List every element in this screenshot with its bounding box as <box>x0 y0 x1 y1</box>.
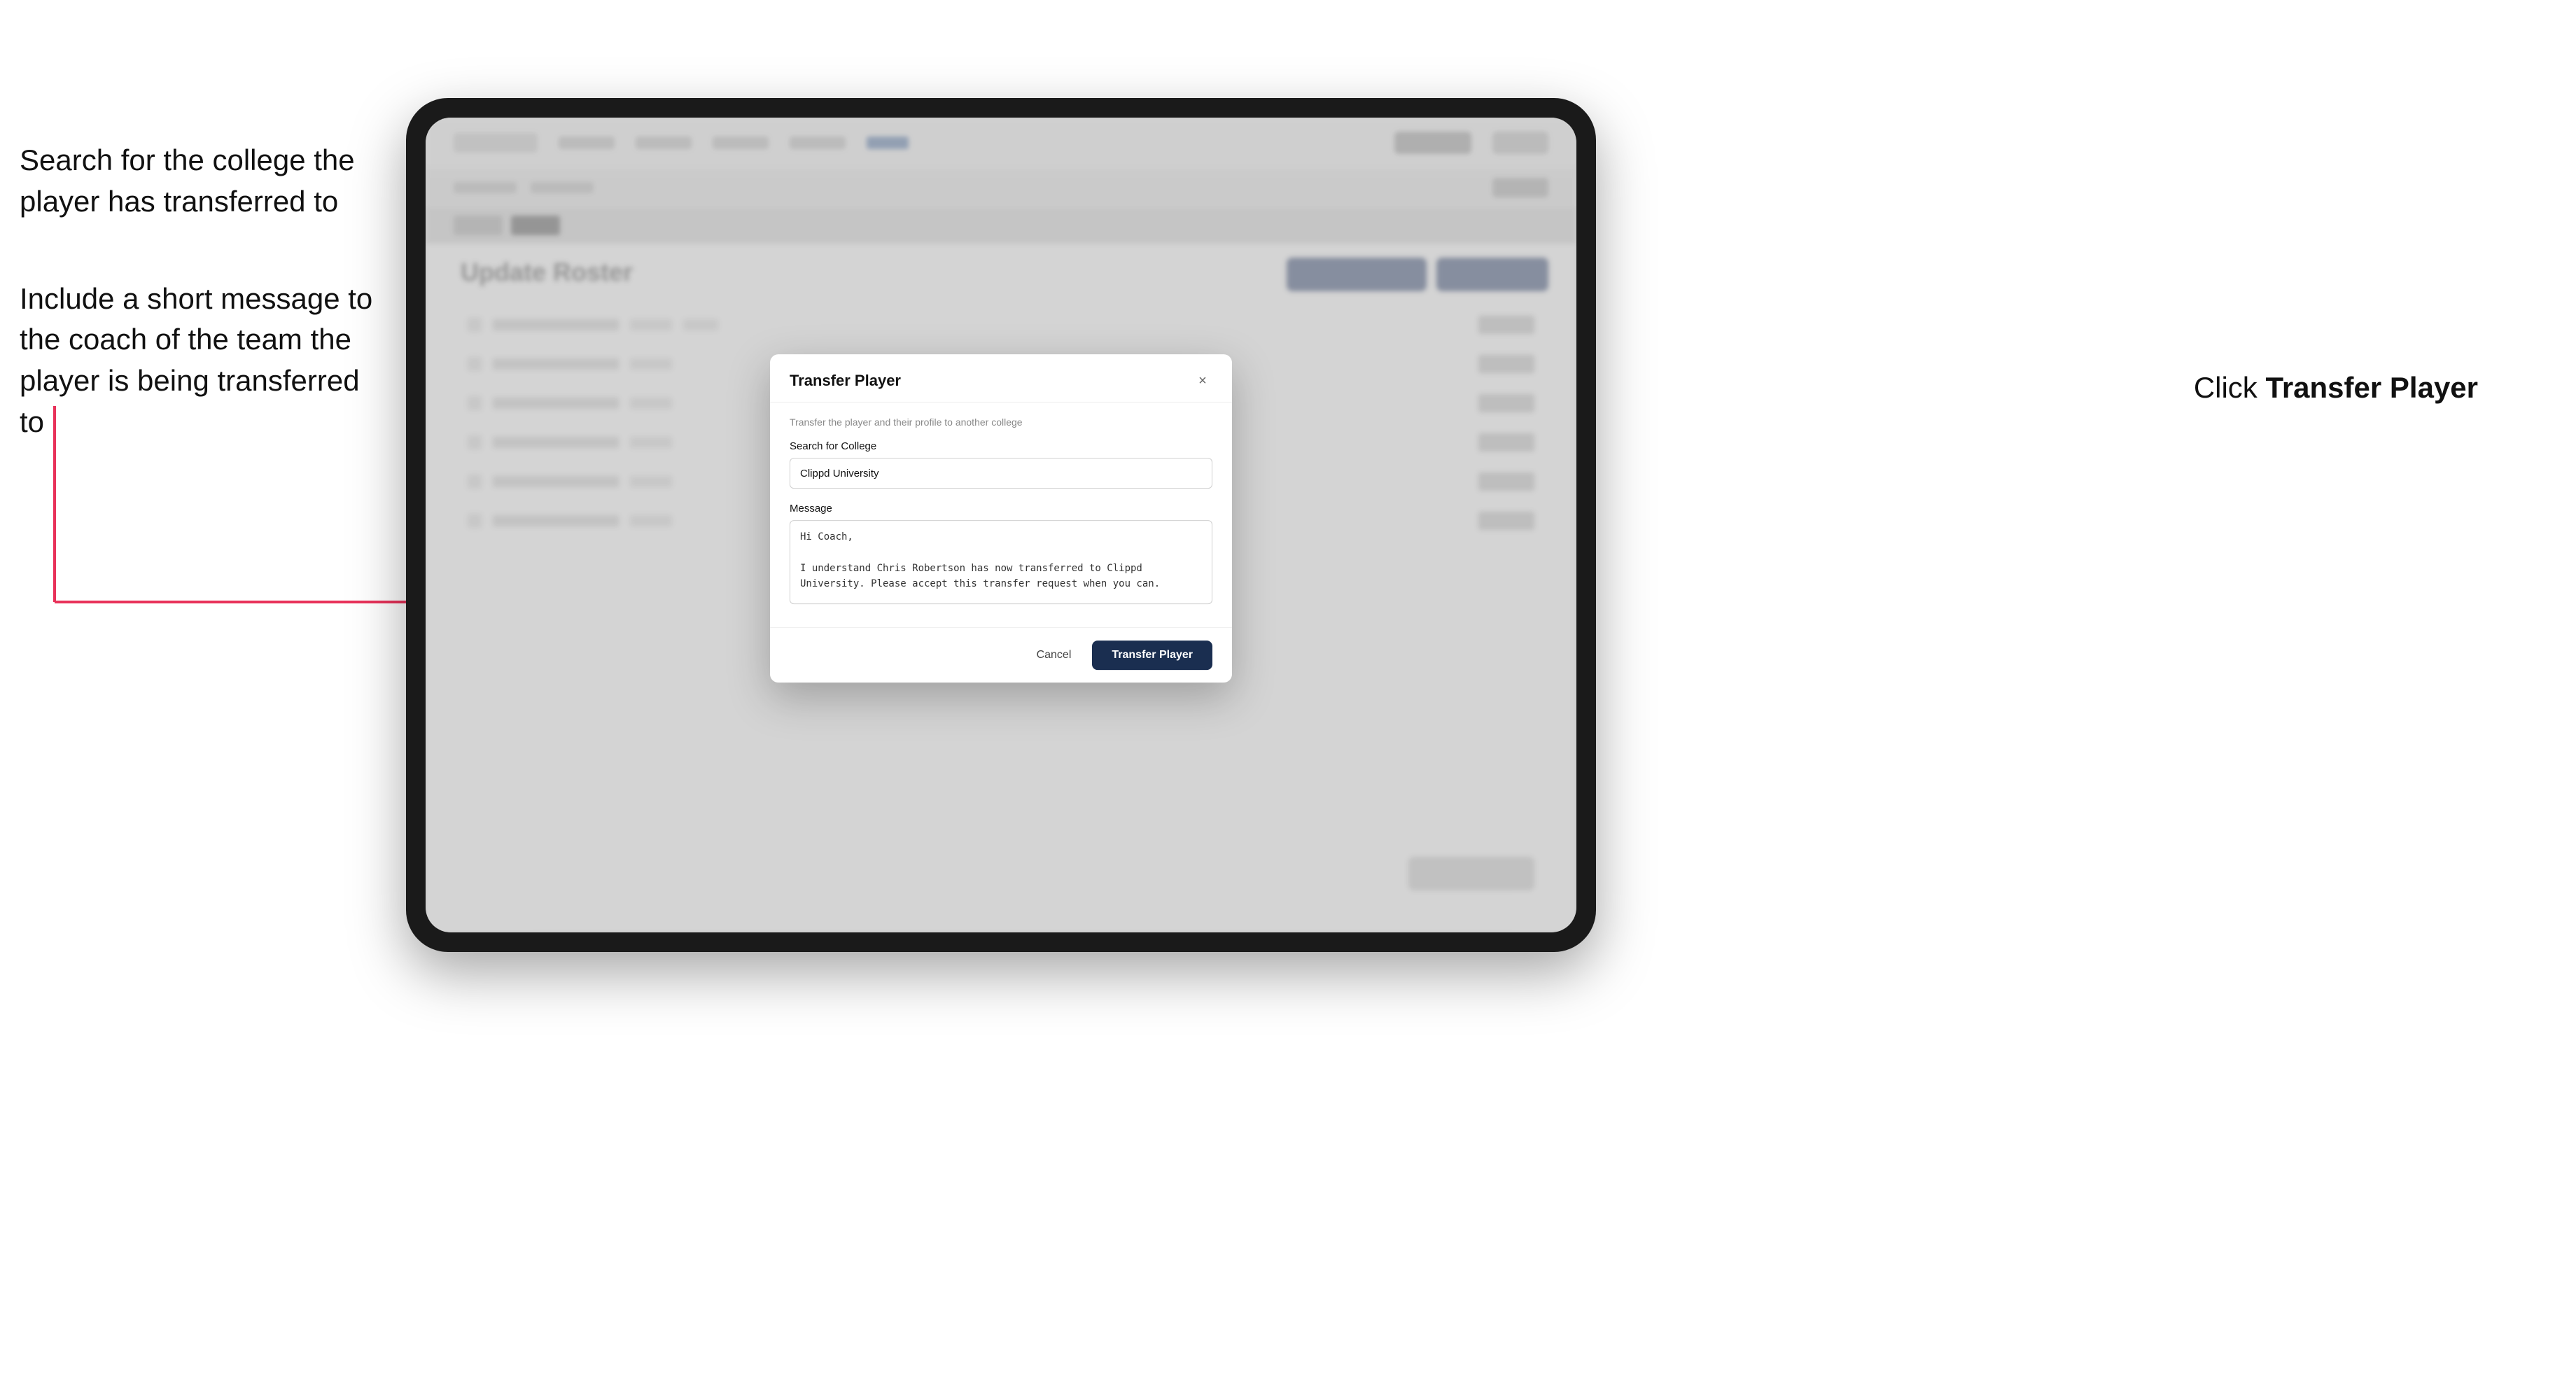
modal-subtitle: Transfer the player and their profile to… <box>790 416 1212 428</box>
college-search-input[interactable] <box>790 458 1212 489</box>
modal-body: Transfer the player and their profile to… <box>770 402 1232 627</box>
annotation-text-search: Search for the college the player has tr… <box>20 140 384 223</box>
annotation-right-bold: Transfer Player <box>2265 371 2478 404</box>
tablet-frame: Update Roster <box>406 98 1596 952</box>
modal-close-button[interactable]: × <box>1193 371 1212 391</box>
transfer-player-button[interactable]: Transfer Player <box>1092 640 1212 670</box>
modal-header: Transfer Player × <box>770 354 1232 402</box>
message-textarea[interactable]: Hi Coach, I understand Chris Robertson h… <box>790 520 1212 604</box>
tablet-screen: Update Roster <box>426 118 1576 932</box>
annotation-text-message: Include a short message to the coach of … <box>20 279 384 443</box>
modal-overlay: Transfer Player × Transfer the player an… <box>426 118 1576 932</box>
college-field-label: Search for College <box>790 440 1212 452</box>
annotation-right-prefix: Click <box>2194 371 2266 404</box>
annotation-right-block: Click Transfer Player <box>2194 371 2478 405</box>
modal-dialog: Transfer Player × Transfer the player an… <box>770 354 1232 682</box>
message-field-label: Message <box>790 503 1212 514</box>
annotation-left-block: Search for the college the player has tr… <box>20 140 384 443</box>
modal-footer: Cancel Transfer Player <box>770 627 1232 682</box>
modal-title: Transfer Player <box>790 372 901 390</box>
cancel-button[interactable]: Cancel <box>1026 643 1083 667</box>
